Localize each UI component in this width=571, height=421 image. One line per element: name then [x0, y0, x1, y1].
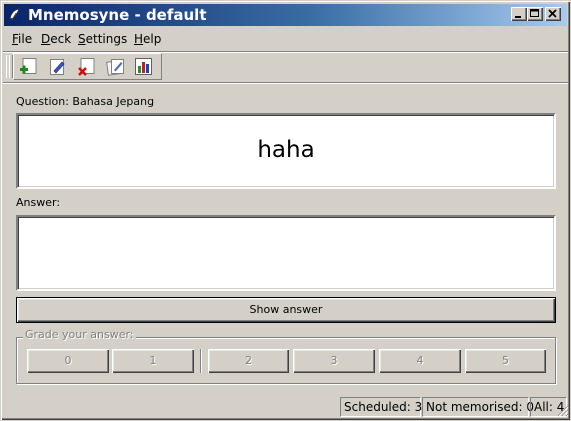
- grade-legend: Grade your answer:: [23, 328, 136, 342]
- grade-2-button[interactable]: 2: [208, 349, 289, 373]
- title-bar[interactable]: Mnemosyne - default: [4, 4, 567, 26]
- delete-card-icon: [78, 58, 95, 76]
- edit-card-icon: [50, 59, 65, 75]
- edit-deck-icon: [106, 59, 124, 76]
- app-window: Mnemosyne - default File Deck Settings H…: [0, 0, 571, 421]
- show-answer-button[interactable]: Show answer: [16, 297, 556, 323]
- status-not-memorised: Not memorised: 0: [422, 397, 534, 417]
- menu-file[interactable]: File: [9, 29, 35, 49]
- menu-help[interactable]: Help: [131, 29, 164, 49]
- delete-card-button[interactable]: [74, 55, 98, 79]
- grade-divider: [200, 349, 202, 373]
- maximize-icon: [530, 9, 539, 17]
- answer-label: Answer:: [16, 196, 61, 209]
- window-title: Mnemosyne - default: [28, 6, 207, 24]
- grade-0-button[interactable]: 0: [27, 349, 109, 373]
- grade-5-button[interactable]: 5: [465, 349, 546, 373]
- question-box[interactable]: haha: [16, 113, 556, 189]
- grade-4-button[interactable]: 4: [379, 349, 461, 373]
- grade-3-button[interactable]: 3: [293, 349, 375, 373]
- question-label: Question: Bahasa Jepang: [16, 95, 155, 108]
- menu-deck[interactable]: Deck: [38, 29, 74, 49]
- minimize-icon: [515, 16, 521, 18]
- close-button[interactable]: [545, 7, 561, 21]
- edit-card-button[interactable]: [46, 55, 70, 79]
- minimize-button[interactable]: [511, 7, 527, 21]
- menu-settings[interactable]: Settings: [75, 29, 130, 49]
- menu-bar: File Deck Settings Help: [5, 29, 567, 49]
- answer-box[interactable]: [16, 215, 556, 291]
- edit-deck-button[interactable]: [104, 55, 128, 79]
- add-cards-button[interactable]: [16, 55, 40, 79]
- size-grip-icon[interactable]: [557, 405, 569, 417]
- question-text: haha: [257, 137, 315, 163]
- app-icon[interactable]: [7, 7, 23, 23]
- toolbar: [5, 53, 162, 80]
- close-icon: [548, 9, 557, 18]
- statistics-icon: [135, 58, 152, 75]
- toolbar-separator: [3, 82, 568, 84]
- add-cards-icon: [20, 58, 37, 74]
- status-scheduled: Scheduled: 3: [340, 397, 422, 417]
- grade-1-button[interactable]: 1: [112, 349, 194, 373]
- statistics-button[interactable]: [132, 55, 156, 79]
- maximize-button[interactable]: [527, 7, 543, 21]
